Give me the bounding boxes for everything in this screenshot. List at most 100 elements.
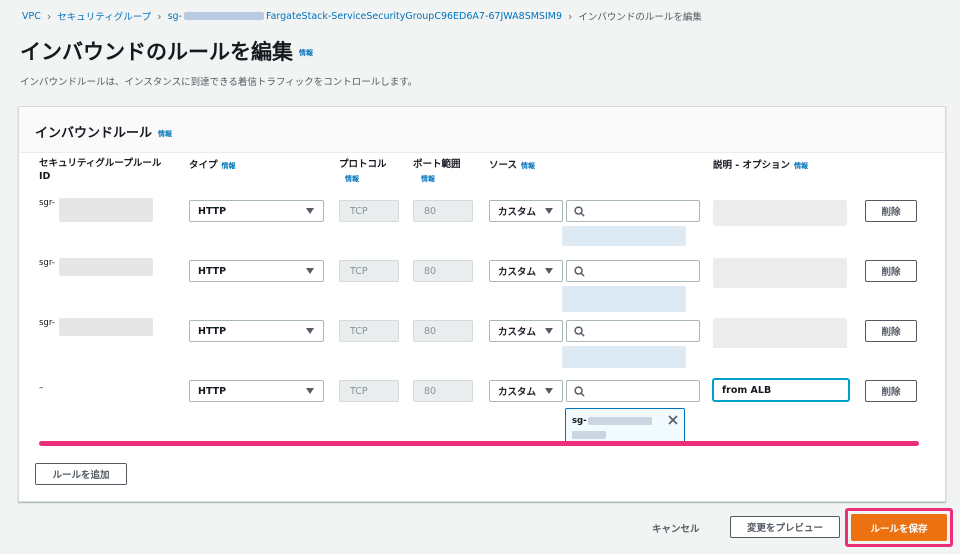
col-source-label: ソース — [489, 160, 518, 171]
panel-info-link[interactable]: 情報 — [158, 130, 172, 138]
type-value: HTTP — [198, 265, 227, 277]
rule-id: sgr- — [39, 318, 55, 328]
source-type-select[interactable]: カスタム — [489, 380, 563, 402]
caret-down-icon — [306, 388, 314, 394]
col-port-info[interactable]: 情報 — [413, 172, 461, 187]
redacted-rule-id — [59, 198, 153, 222]
type-select[interactable]: HTTP — [189, 380, 324, 402]
col-description: 説明 - オプション 情報 — [713, 157, 808, 171]
rule-id: sgr- — [39, 258, 55, 268]
breadcrumb: VPC › セキュリティグループ › sg- FargateStack-Serv… — [22, 9, 702, 24]
caret-down-icon — [306, 208, 314, 214]
col-protocol: プロトコル 情報 — [339, 157, 387, 187]
source-search-input[interactable] — [566, 260, 700, 282]
redacted-description — [713, 258, 847, 288]
delete-button[interactable]: 削除 — [865, 380, 917, 402]
col-source: ソース 情報 — [489, 157, 535, 171]
source-type-select[interactable]: カスタム — [489, 260, 563, 282]
caret-down-icon — [545, 208, 553, 214]
port-field: 80 — [413, 200, 473, 222]
close-icon[interactable] — [668, 415, 678, 425]
rule-id: – — [39, 383, 44, 393]
breadcrumb-current: インバウンドのルールを編集 — [578, 12, 702, 23]
panel-title: インバウンドルール 情報 — [35, 122, 172, 141]
redacted-source-chip — [562, 226, 686, 246]
redacted-sg-name — [572, 431, 606, 439]
col-type: タイプ 情報 — [189, 157, 236, 171]
panel-title-text: インバウンドルール — [35, 126, 153, 141]
redacted-sg-id — [588, 417, 652, 425]
type-value: HTTP — [198, 325, 227, 337]
caret-down-icon — [306, 328, 314, 334]
port-field: 80 — [413, 380, 473, 402]
title-info-link[interactable]: 情報 — [299, 49, 313, 57]
search-icon — [574, 266, 585, 277]
redacted-rule-id — [59, 258, 153, 276]
caret-down-icon — [545, 268, 553, 274]
protocol-field: TCP — [339, 260, 399, 282]
col-rule-id-line2: ID — [39, 171, 51, 182]
description-input[interactable]: from ALB — [713, 379, 849, 401]
col-rule-id-line1: セキュリティグループルール — [39, 158, 162, 169]
source-search-input[interactable] — [566, 320, 700, 342]
col-protocol-label: プロトコル — [339, 159, 387, 170]
type-select[interactable]: HTTP — [189, 320, 324, 342]
source-search-input[interactable] — [566, 200, 700, 222]
breadcrumb-sg-prefix: sg- — [167, 10, 182, 22]
redacted-description — [713, 318, 847, 348]
search-icon — [574, 386, 585, 397]
col-type-info[interactable]: 情報 — [222, 162, 236, 170]
table-row: sgr- HTTP TCP 80 カスタム 削除 — [19, 258, 945, 318]
chevron-right-icon: › — [568, 9, 573, 23]
col-port: ポート範囲 情報 — [413, 157, 461, 187]
preview-changes-button[interactable]: 変更をプレビュー — [730, 516, 840, 538]
page-title: インバウンドのルールを編集 情報 — [20, 36, 313, 66]
col-source-info[interactable]: 情報 — [521, 162, 535, 170]
chevron-right-icon: › — [46, 9, 52, 23]
inbound-rules-panel: インバウンドルール 情報 セキュリティグループルール ID タイプ 情報 プロトコル… — [18, 106, 946, 502]
type-select[interactable]: HTTP — [189, 200, 324, 222]
page-description: インバウンドルールは、インスタンスに到達できる着信トラフィックをコントロールしま… — [20, 77, 418, 88]
chevron-right-icon: › — [157, 9, 162, 23]
breadcrumb-security-group-link[interactable]: sg- FargateStack-ServiceSecurityGroupC96… — [168, 11, 562, 22]
breadcrumb-sg-name: FargateStack-ServiceSecurityGroupC96ED6A… — [265, 10, 562, 22]
col-rule-id: セキュリティグループルール ID — [39, 157, 161, 183]
port-field: 80 — [413, 320, 473, 342]
source-type-value: カスタム — [498, 387, 537, 398]
caret-down-icon — [545, 388, 553, 394]
cancel-button[interactable]: キャンセル — [652, 521, 700, 535]
add-rule-button[interactable]: ルールを追加 — [35, 463, 127, 485]
col-protocol-info[interactable]: 情報 — [339, 172, 387, 187]
col-description-label: 説明 - オプション — [713, 160, 791, 171]
redacted-source-chip — [562, 286, 686, 312]
port-field: 80 — [413, 260, 473, 282]
search-icon — [574, 326, 585, 337]
source-type-value: カスタム — [498, 267, 537, 278]
caret-down-icon — [306, 268, 314, 274]
protocol-field: TCP — [339, 380, 399, 402]
col-description-info[interactable]: 情報 — [794, 162, 808, 170]
type-value: HTTP — [198, 385, 227, 397]
delete-button[interactable]: 削除 — [865, 200, 917, 222]
source-type-value: カスタム — [498, 207, 537, 218]
rule-id: sgr- — [39, 198, 55, 208]
source-token-label: sg- — [572, 416, 587, 426]
redacted-sg-id — [183, 12, 264, 20]
type-value: HTTP — [198, 205, 227, 217]
delete-button[interactable]: 削除 — [865, 260, 917, 282]
save-rules-button[interactable]: ルールを保存 — [851, 514, 947, 541]
table-row: – HTTP TCP 80 カスタム sg- from ALB 削除 — [19, 378, 945, 448]
source-search-input[interactable] — [566, 380, 700, 402]
protocol-field: TCP — [339, 320, 399, 342]
type-select[interactable]: HTTP — [189, 260, 324, 282]
source-token: sg- — [565, 408, 685, 444]
source-type-select[interactable]: カスタム — [489, 320, 563, 342]
breadcrumb-security-groups-link[interactable]: セキュリティグループ — [57, 9, 151, 23]
delete-button[interactable]: 削除 — [865, 320, 917, 342]
table-row: sgr- HTTP TCP 80 カスタム 削除 — [19, 318, 945, 378]
highlight-underline — [39, 441, 919, 446]
redacted-source-chip — [562, 346, 686, 368]
page-title-text: インバウンドのルールを編集 — [20, 40, 293, 64]
breadcrumb-vpc-link[interactable]: VPC — [22, 11, 41, 22]
source-type-select[interactable]: カスタム — [489, 200, 563, 222]
